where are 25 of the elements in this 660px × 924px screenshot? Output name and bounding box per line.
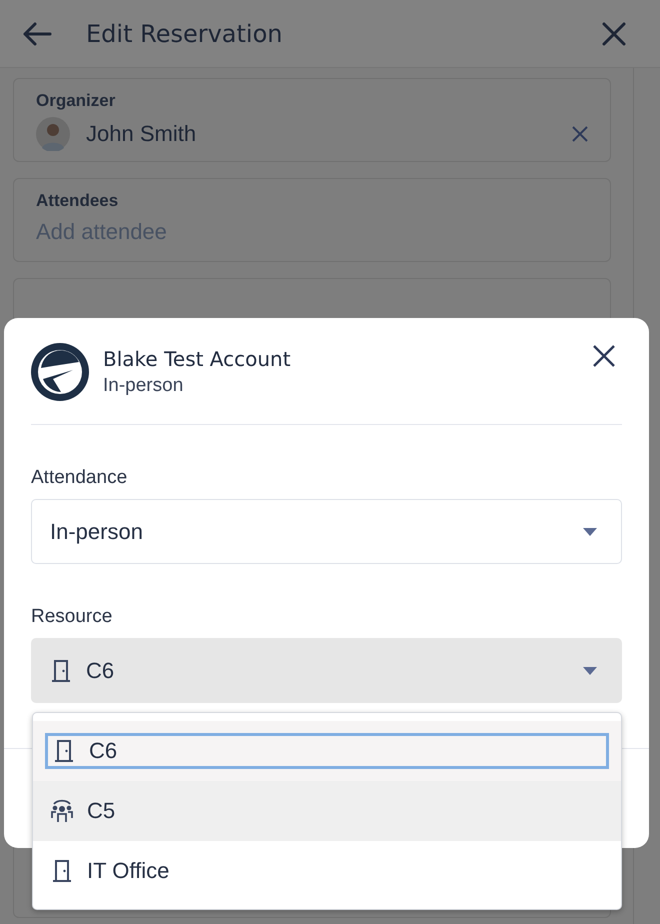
field-label: Attendees bbox=[36, 191, 118, 211]
dialog-subtitle: In-person bbox=[103, 375, 184, 397]
organizer-name: John Smith bbox=[86, 121, 198, 147]
door-icon bbox=[50, 658, 72, 682]
field-label: Organizer bbox=[36, 91, 116, 111]
logo-icon bbox=[31, 343, 89, 401]
dropdown-option[interactable]: IT Office bbox=[33, 841, 621, 901]
people-icon bbox=[51, 799, 73, 823]
field-label: Resource bbox=[31, 606, 114, 628]
close-icon[interactable] bbox=[593, 345, 615, 367]
page-title: Edit Reservation bbox=[86, 20, 284, 48]
resource-select[interactable]: C6 bbox=[31, 638, 622, 703]
door-icon bbox=[51, 859, 73, 883]
back-arrow-icon[interactable] bbox=[22, 22, 52, 46]
door-icon bbox=[53, 739, 75, 763]
clear-icon[interactable] bbox=[572, 126, 588, 142]
organizer-field[interactable]: Organizer John Smith bbox=[13, 78, 611, 162]
dropdown-option[interactable]: C5 bbox=[33, 781, 621, 841]
avatar-icon bbox=[36, 117, 70, 151]
caret-icon bbox=[583, 666, 597, 674]
dialog-title: Blake Test Account bbox=[103, 347, 292, 371]
attendance-select[interactable]: In-person bbox=[31, 499, 622, 564]
dropdown-option[interactable]: C6 bbox=[33, 721, 621, 781]
caret-icon bbox=[583, 528, 597, 536]
field-label: Attendance bbox=[31, 467, 128, 489]
